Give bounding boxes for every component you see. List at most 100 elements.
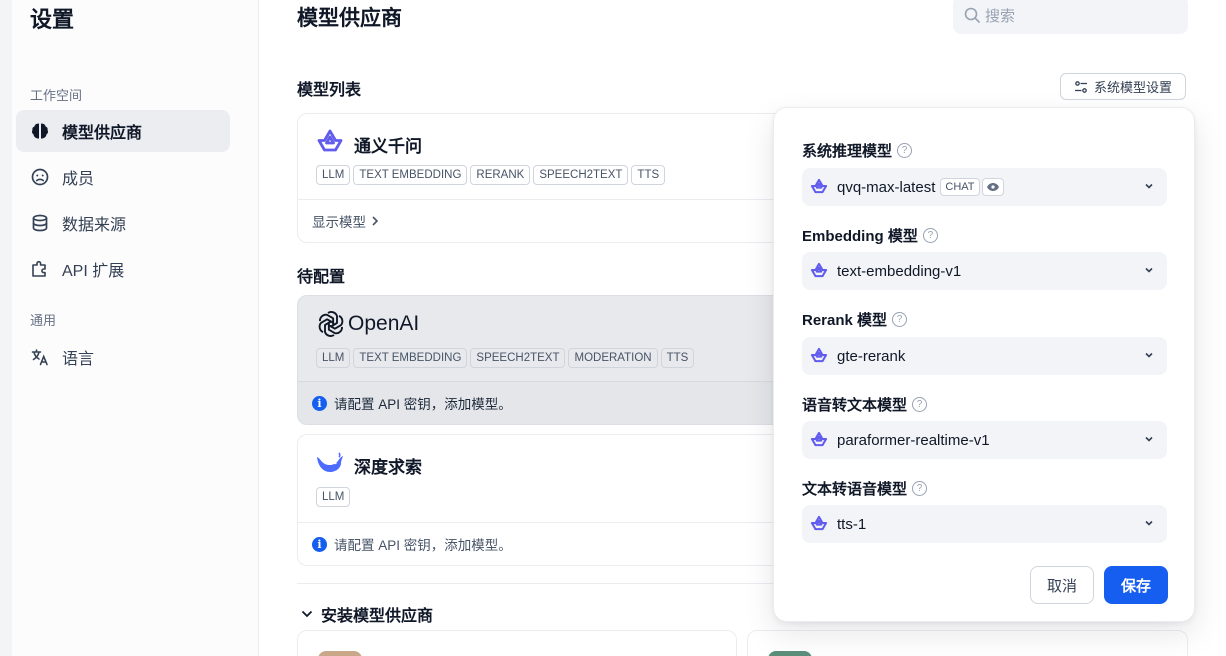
tongyi-logo-icon: [810, 262, 828, 280]
brain-icon: [30, 121, 50, 141]
search-placeholder: 搜索: [985, 7, 1016, 25]
sidebar-item-label: API 扩展: [62, 263, 125, 280]
embedding-model-select[interactable]: text-embedding-v1: [802, 252, 1167, 290]
capability-tags: LLM TEXT EMBEDDING SPEECH2TEXT MODERATIO…: [316, 348, 695, 368]
field-label-text: 系统推理模型: [802, 143, 893, 160]
rerank-model-select[interactable]: gte-rerank: [802, 337, 1167, 375]
sidebar-item-label: 数据来源: [62, 217, 127, 234]
tongyi-logo-icon: [810, 178, 828, 196]
field-label-text: Rerank 模型: [802, 312, 888, 329]
tag: RERANK: [470, 165, 531, 185]
help-icon[interactable]: ?: [912, 397, 928, 412]
chevron-down-icon: [301, 610, 313, 618]
vision-eye-icon: [981, 178, 1004, 196]
field-label-reasoning: 系统推理模型 ?: [802, 140, 913, 161]
field-label-rerank: Rerank 模型 ?: [802, 309, 908, 330]
page-title: 模型供应商: [297, 7, 402, 30]
tag: LLM: [316, 348, 351, 368]
search-icon: [964, 7, 980, 23]
config-hint-text: 请配置 API 密钥，添加模型。: [334, 538, 512, 553]
help-icon[interactable]: ?: [892, 312, 908, 327]
install-provider-toggle[interactable]: 安装模型供应商: [301, 602, 433, 626]
provider-logo-icon: [318, 651, 362, 656]
system-model-settings-label: 系统模型设置: [1093, 80, 1172, 95]
field-label-text: 文本转语音模型: [802, 481, 908, 498]
tongyi-logo-icon: [810, 431, 828, 449]
mode-tag: CHAT: [940, 178, 980, 196]
sidebar-item-api-extension[interactable]: API 扩展: [16, 248, 230, 290]
tag: TEXT EMBEDDING: [353, 165, 468, 185]
sidebar-item-members[interactable]: 成员: [16, 156, 230, 198]
system-model-settings-button[interactable]: 系统模型设置: [1060, 73, 1186, 100]
tag: SPEECH2TEXT: [470, 348, 566, 368]
deepseek-whale-icon: [315, 451, 345, 478]
field-label-speech2text: 语音转文本模型 ?: [802, 394, 928, 415]
sidebar-title: 设置: [30, 7, 75, 32]
selected-model: text-embedding-v1: [837, 262, 962, 280]
capability-tags: LLM: [316, 487, 351, 507]
info-icon: i: [312, 395, 327, 411]
selected-model: qvq-max-latest: [837, 178, 936, 196]
field-label-text: Embedding 模型: [802, 228, 918, 245]
install-provider-title: 安装模型供应商: [321, 608, 434, 625]
provider-name: OpenAI: [348, 312, 420, 335]
chevron-right-icon: [372, 216, 379, 226]
pending-config-title: 待配置: [297, 269, 346, 286]
save-button[interactable]: 保存: [1104, 566, 1168, 604]
sidebar-item-label: 模型供应商: [62, 125, 143, 142]
chevron-down-icon: [1145, 352, 1153, 358]
reasoning-model-select[interactable]: qvq-max-latest CHAT: [802, 168, 1167, 206]
selected-model: paraformer-realtime-v1: [837, 431, 990, 449]
chevron-down-icon: [1145, 436, 1153, 442]
install-provider-card[interactable]: [747, 630, 1188, 656]
chevron-down-icon: [1145, 267, 1153, 273]
provider-name: 通义千问: [354, 137, 422, 156]
model-list-title: 模型列表: [297, 82, 362, 99]
settings-window: 设置 工作空间 模型供应商 成员 数据来源 API 扩展 通用 语言 模型供应商…: [12, 0, 1226, 656]
speech2text-model-select[interactable]: paraformer-realtime-v1: [802, 421, 1167, 459]
tag: LLM: [316, 165, 351, 185]
capability-tags: LLM TEXT EMBEDDING RERANK SPEECH2TEXT TT…: [316, 165, 666, 185]
translate-icon: [30, 347, 50, 367]
tag: SPEECH2TEXT: [533, 165, 629, 185]
sliders-icon: [1074, 80, 1087, 93]
show-models-label: 显示模型: [312, 215, 366, 230]
cancel-button[interactable]: 取消: [1030, 566, 1094, 604]
install-provider-card[interactable]: [297, 630, 737, 656]
sidebar-item-model-provider[interactable]: 模型供应商: [16, 110, 230, 152]
database-icon: [30, 213, 50, 233]
tongyi-logo-icon: [810, 515, 828, 533]
field-label-text: 语音转文本模型: [802, 397, 908, 414]
help-icon[interactable]: ?: [897, 143, 913, 158]
chevron-down-icon: [1145, 520, 1153, 526]
help-icon[interactable]: ?: [922, 228, 938, 243]
tag: TTS: [631, 165, 666, 185]
field-label-embedding: Embedding 模型 ?: [802, 225, 938, 246]
sidebar-item-data-source[interactable]: 数据来源: [16, 202, 230, 244]
sidebar-item-language[interactable]: 语言: [16, 336, 230, 378]
tts-model-select[interactable]: tts-1: [802, 505, 1167, 543]
info-icon: i: [312, 536, 327, 552]
system-model-settings-popover: 系统推理模型 ? qvq-max-latest CHAT Embedding 模…: [773, 107, 1195, 622]
puzzle-icon: [30, 259, 50, 279]
tongyi-logo-icon: [810, 347, 828, 365]
sidebar-section-general: 通用: [30, 313, 57, 328]
openai-logo-icon: [316, 309, 346, 342]
sidebar: 设置 工作空间 模型供应商 成员 数据来源 API 扩展 通用 语言: [12, 0, 259, 656]
help-icon[interactable]: ?: [912, 481, 928, 496]
sidebar-section-workspace: 工作空间: [30, 88, 83, 103]
tag: TTS: [660, 348, 695, 368]
chevron-down-icon: [1145, 183, 1153, 189]
selected-model: gte-rerank: [837, 347, 906, 365]
tag: MODERATION: [568, 348, 658, 368]
provider-name: 深度求索: [354, 458, 422, 477]
field-label-tts: 文本转语音模型 ?: [802, 478, 928, 499]
tag: TEXT EMBEDDING: [353, 348, 468, 368]
sidebar-item-label: 语言: [62, 351, 95, 368]
members-icon: [30, 167, 50, 187]
sidebar-item-label: 成员: [62, 171, 95, 188]
tongyi-logo-icon: [316, 128, 344, 159]
tag: LLM: [316, 487, 351, 507]
search-input[interactable]: 搜索: [953, 0, 1188, 34]
selected-model: tts-1: [837, 515, 867, 533]
